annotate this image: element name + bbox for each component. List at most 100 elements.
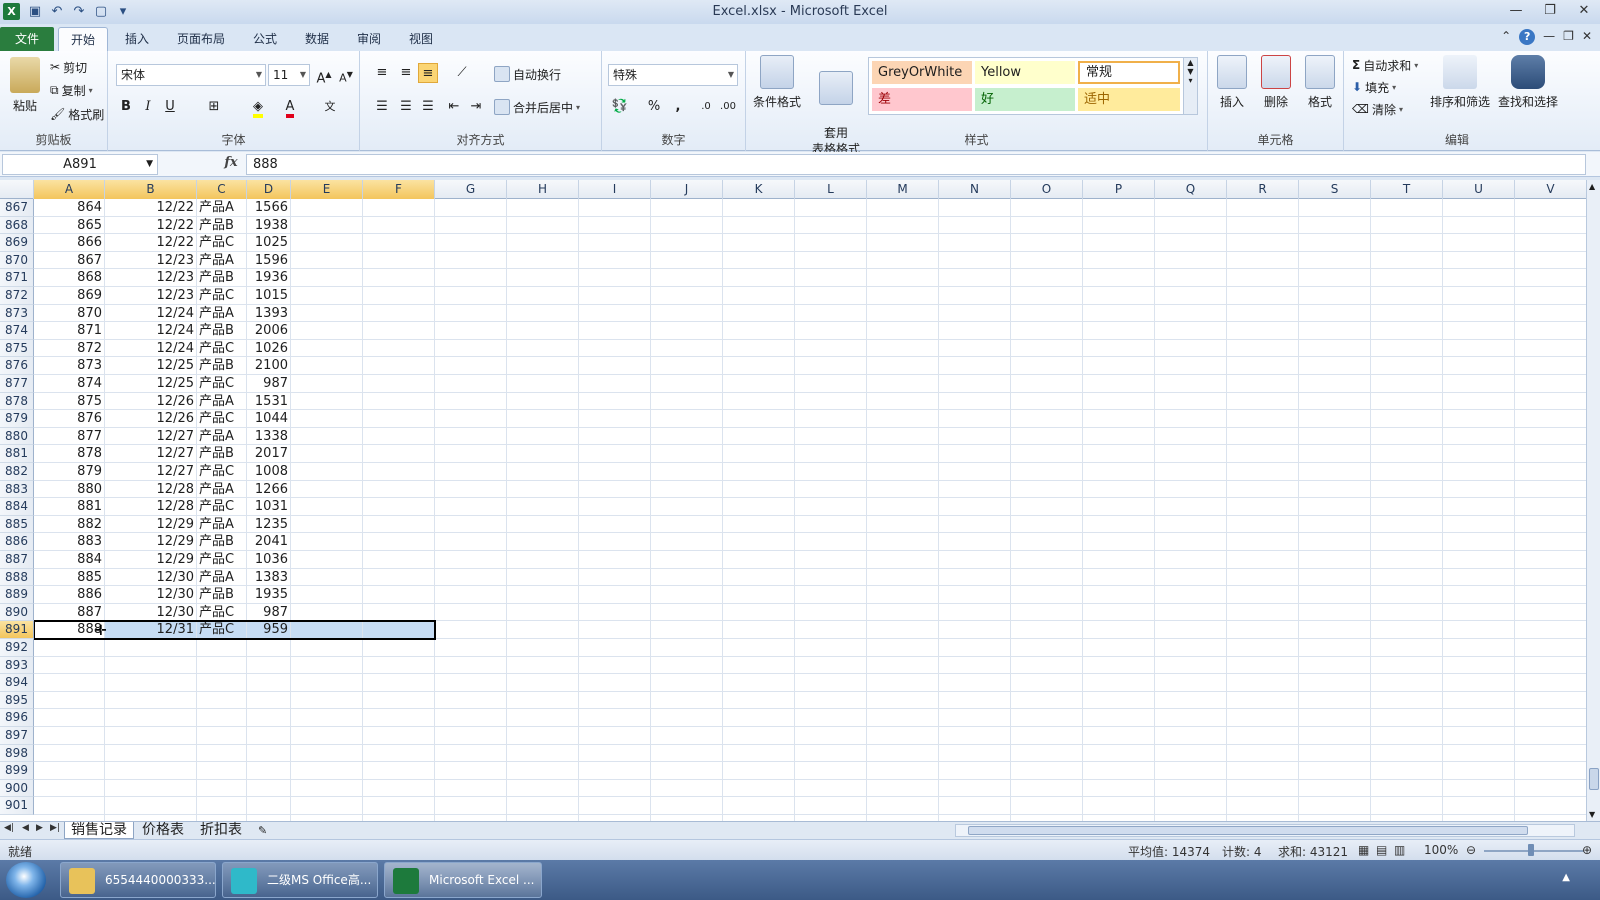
table-cell[interactable]: 1935 [247,586,291,603]
table-cell[interactable]: 产品B [197,322,247,339]
column-header-a[interactable]: A [34,180,105,199]
table-cell[interactable]: 883 [34,533,105,550]
row-header[interactable]: 886 [0,533,34,551]
table-cell[interactable]: 产品A [197,569,247,586]
row-header[interactable]: 867 [0,199,34,217]
table-cell[interactable]: 产品C [197,463,247,480]
style-bad[interactable]: 差 [872,88,972,111]
row-header[interactable]: 889 [0,586,34,604]
insert-sheet-icon[interactable]: ✎ [252,822,273,839]
row-header[interactable]: 884 [0,498,34,516]
horizontal-scroll-thumb[interactable] [968,826,1528,835]
table-cell[interactable]: 1938 [247,217,291,234]
sort-filter-button[interactable]: 排序和筛选 [1428,55,1492,110]
tray-expand-icon[interactable]: ▲ [1562,872,1570,883]
column-header-u[interactable]: U [1443,180,1515,199]
table-cell[interactable]: 12/22 [105,217,197,234]
row-header[interactable]: 880 [0,427,34,446]
styles-scroll[interactable]: ▲ ▼ ▾ [1183,58,1197,114]
row-header[interactable]: 898 [0,744,34,763]
row-header[interactable]: 876 [0,357,34,375]
normal-view-icon[interactable]: ▦ [1358,843,1369,857]
style-greyorwhite[interactable]: GreyOrWhite [872,61,972,84]
style-good[interactable]: 好 [975,88,1075,111]
clear-button[interactable]: ⌫ 清除 ▾ [1352,99,1403,119]
table-cell[interactable]: 867 [34,252,105,269]
table-cell[interactable]: 871 [34,322,105,339]
tab-view[interactable]: 视图 [398,27,444,51]
comma-icon[interactable]: , [668,97,688,117]
table-cell[interactable]: 12/22 [105,199,197,216]
row-header[interactable]: 888 [0,568,34,587]
style-normal[interactable]: 常规 [1078,61,1180,84]
table-cell[interactable]: 1266 [247,481,291,498]
table-cell[interactable]: 12/29 [105,533,197,550]
column-header-v[interactable]: V [1515,180,1586,199]
table-cell[interactable]: 1036 [247,551,291,568]
row-header[interactable]: 883 [0,480,34,499]
column-header-o[interactable]: O [1011,180,1083,199]
table-cell[interactable]: 1015 [247,287,291,304]
column-header-n[interactable]: N [939,180,1011,199]
fill-color-icon[interactable]: ◈ [248,97,268,118]
row-header[interactable]: 875 [0,339,34,358]
table-cell[interactable]: 864 [34,199,105,216]
align-left-icon[interactable]: ☰ [372,97,392,117]
table-cell[interactable]: 12/25 [105,375,197,392]
table-cell[interactable]: 12/29 [105,516,197,533]
column-header-g[interactable]: G [435,180,507,199]
increase-indent-icon[interactable]: ⇥ [466,97,486,117]
font-size-select[interactable]: 11 ▼ [268,64,310,86]
table-cell[interactable]: 12/24 [105,340,197,357]
shrink-font-icon[interactable]: A▼ [336,65,356,85]
table-cell[interactable]: 865 [34,217,105,234]
table-cell[interactable]: 产品C [197,551,247,568]
table-cell[interactable]: 2100 [247,357,291,374]
column-header-s[interactable]: S [1299,180,1371,199]
column-header-b[interactable]: B [105,180,197,199]
table-cell[interactable]: 1393 [247,305,291,322]
table-cell[interactable]: 12/23 [105,252,197,269]
style-neutral[interactable]: 适中 [1078,88,1180,111]
table-cell[interactable]: 12/22 [105,234,197,251]
scroll-down-icon[interactable]: ▼ [1589,810,1595,819]
minimize-icon[interactable]: — [1506,2,1526,20]
table-cell[interactable]: 产品B [197,586,247,603]
taskbar-excel[interactable]: Microsoft Excel ... [384,862,542,898]
table-cell[interactable]: 885 [34,569,105,586]
workbook-restore-icon[interactable]: ❐ [1563,29,1574,45]
insert-cells-button[interactable]: 插入 [1212,55,1252,110]
table-cell[interactable]: 产品A [197,481,247,498]
table-cell[interactable]: 产品C [197,604,247,621]
table-cell[interactable]: 12/23 [105,287,197,304]
table-cell[interactable]: 880 [34,481,105,498]
row-header[interactable]: 893 [0,656,34,675]
workbook-close-icon[interactable]: ✕ [1582,29,1592,45]
table-cell[interactable]: 产品B [197,269,247,286]
tab-review[interactable]: 审阅 [346,27,392,51]
row-header[interactable]: 896 [0,709,34,727]
align-bottom-icon[interactable]: ≡ [418,63,438,83]
zoom-in-icon[interactable]: ⊕ [1582,843,1592,857]
table-cell[interactable]: 987 [247,375,291,392]
prev-sheet-icon[interactable]: ◀ [22,823,29,833]
row-header[interactable]: 895 [0,691,34,710]
close-icon[interactable]: ✕ [1574,2,1594,20]
table-cell[interactable]: 12/23 [105,269,197,286]
horizontal-scrollbar[interactable] [955,824,1575,837]
table-cell[interactable]: 874 [34,375,105,392]
align-center-icon[interactable]: ☰ [396,97,416,117]
table-cell[interactable]: 12/26 [105,393,197,410]
table-cell[interactable]: 877 [34,428,105,445]
column-header-r[interactable]: R [1227,180,1299,199]
start-button-icon[interactable] [6,862,46,898]
table-cell[interactable]: 1044 [247,410,291,427]
last-sheet-icon[interactable]: ▶| [50,823,60,833]
row-header[interactable]: 870 [0,251,34,270]
table-cell[interactable]: 产品C [197,340,247,357]
column-header-i[interactable]: I [579,180,651,199]
row-header[interactable]: 878 [0,392,34,411]
table-cell[interactable]: 12/30 [105,586,197,603]
zoom-slider-thumb[interactable] [1528,844,1534,856]
table-cell[interactable]: 1566 [247,199,291,216]
